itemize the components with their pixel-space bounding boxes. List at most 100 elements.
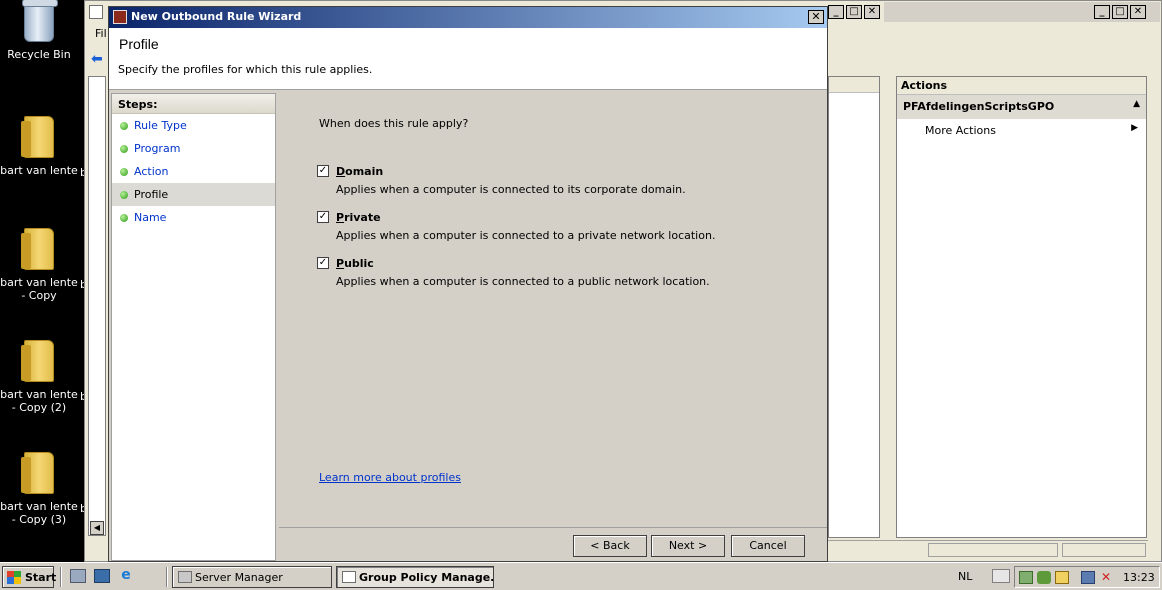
button-divider — [279, 527, 827, 528]
maximize-icon[interactable]: □ — [1112, 5, 1128, 19]
domain-checkbox[interactable]: ✓ — [317, 165, 329, 177]
server-manager-icon — [178, 571, 192, 583]
steps-heading: Steps: — [112, 94, 275, 114]
server-manager-quicklaunch-icon[interactable] — [70, 569, 86, 583]
system-tray: ✕ 13:23 — [1014, 566, 1160, 588]
keyboard-icon[interactable] — [992, 569, 1010, 583]
page-subtitle: Specify the profiles for which this rule… — [118, 63, 373, 76]
network-icon[interactable] — [1019, 571, 1033, 584]
wizard-header: Profile Specify the profiles for which t… — [109, 28, 827, 90]
step-rule-type[interactable]: Rule Type — [112, 114, 275, 137]
minimize-icon[interactable]: _ — [1094, 5, 1110, 19]
status-bar-panel — [1062, 543, 1146, 557]
warning-icon[interactable] — [1055, 571, 1069, 584]
public-label[interactable]: Public — [336, 257, 374, 270]
taskbar: Start e Server Manager Group Policy Mana… — [0, 562, 1162, 590]
actions-gpo-section[interactable]: PFAfdelingenScriptsGPO ▲ — [897, 95, 1146, 119]
learn-more-link[interactable]: Learn more about profiles — [319, 471, 461, 484]
step-label: Profile — [134, 188, 169, 201]
minimize-icon[interactable]: _ — [828, 5, 844, 19]
step-program[interactable]: Program — [112, 137, 275, 160]
step-label: Action — [134, 165, 169, 178]
collapse-up-icon[interactable]: ▲ — [1133, 99, 1140, 109]
task-server-manager[interactable]: Server Manager — [172, 566, 332, 588]
mmc-window-controls: _ □ ✕ — [828, 5, 880, 19]
cancel-button[interactable]: Cancel — [731, 535, 805, 557]
folder-icon — [21, 452, 54, 494]
scroll-left-icon[interactable]: ◀ — [90, 521, 104, 535]
public-description: Applies when a computer is connected to … — [336, 275, 710, 288]
close-icon[interactable]: ✕ — [864, 5, 880, 19]
menu-file[interactable]: Fil — [95, 27, 107, 40]
step-label: Name — [134, 211, 167, 224]
task-label: Group Policy Manage... — [359, 571, 494, 584]
desktop-icon-label: bart van lente - Copy — [0, 276, 78, 302]
step-action[interactable]: Action — [112, 160, 275, 183]
task-group-policy-management[interactable]: Group Policy Manage... — [336, 566, 494, 588]
results-pane-header — [829, 77, 879, 93]
domain-description: Applies when a computer is connected to … — [336, 183, 686, 196]
clock[interactable]: 13:23 — [1123, 571, 1155, 584]
firewall-icon — [113, 10, 127, 24]
desktop-icon-folder-2[interactable]: bart van lente - Copy — [0, 228, 78, 302]
document-icon — [89, 5, 103, 19]
green-dot-icon — [120, 191, 128, 199]
status-bar — [828, 540, 1148, 558]
actions-header: Actions — [897, 77, 1146, 95]
steps-panel: Steps: Rule Type Program Action Profile … — [111, 93, 276, 561]
maximize-icon[interactable]: □ — [846, 5, 862, 19]
private-label[interactable]: Private — [336, 211, 381, 224]
step-profile[interactable]: Profile — [112, 183, 275, 206]
chevron-right-icon: ▶ — [1131, 123, 1138, 133]
volume-muted-icon[interactable]: ✕ — [1101, 571, 1115, 584]
wizard-content: When does this rule apply? ✓ Domain Appl… — [279, 93, 827, 561]
windows-logo-icon — [7, 571, 21, 584]
results-pane — [828, 76, 880, 538]
page-title: Profile — [119, 36, 159, 52]
desktop-icon-label: bart van lente - Copy (3) — [0, 500, 78, 526]
public-checkbox[interactable]: ✓ — [317, 257, 329, 269]
step-name[interactable]: Name — [112, 206, 275, 229]
folder-icon — [21, 228, 54, 270]
step-label: Program — [134, 142, 181, 155]
desktop-icon-folder-4[interactable]: bart van lente - Copy (3) — [0, 452, 78, 526]
desktop-icon-label: bart van lente - Copy (2) — [0, 388, 78, 414]
folder-icon — [21, 340, 54, 382]
taskbar-separator — [60, 567, 62, 587]
back-arrow-icon[interactable]: ⬅ — [91, 51, 109, 67]
gpo-name: PFAfdelingenScriptsGPO — [903, 100, 1055, 113]
start-button[interactable]: Start — [2, 566, 57, 588]
more-actions-label: More Actions — [925, 124, 996, 137]
green-dot-icon — [120, 145, 128, 153]
internet-explorer-icon[interactable]: e — [118, 568, 134, 583]
console-tree-pane: ◀ — [88, 76, 106, 536]
green-dot-icon — [120, 122, 128, 130]
domain-label[interactable]: Domain — [336, 165, 383, 178]
next-button[interactable]: Next > — [651, 535, 725, 557]
wizard-title: New Outbound Rule Wizard — [131, 10, 302, 23]
desktop-icon-folder-1[interactable]: bart van lente — [0, 116, 78, 177]
recycle-bin-icon — [22, 0, 58, 42]
question-text: When does this rule apply? — [319, 117, 469, 130]
security-shield-icon[interactable] — [1037, 571, 1051, 584]
new-outbound-rule-wizard: New Outbound Rule Wizard ✕ Profile Speci… — [108, 6, 828, 562]
desktop-icon-recycle-bin[interactable]: Recycle Bin — [0, 0, 78, 61]
actions-pane: Actions PFAfdelingenScriptsGPO ▲ More Ac… — [896, 76, 1147, 538]
start-label: Start — [25, 571, 57, 584]
close-icon[interactable]: ✕ — [808, 10, 824, 24]
folder-icon — [21, 116, 54, 158]
language-indicator[interactable]: NL — [958, 570, 972, 583]
private-checkbox[interactable]: ✓ — [317, 211, 329, 223]
desktop-icon-label: Recycle Bin — [7, 48, 71, 61]
taskbar-separator — [166, 567, 168, 587]
wizard-titlebar[interactable]: New Outbound Rule Wizard ✕ — [109, 7, 827, 28]
desktop-icon-folder-3[interactable]: bart van lente - Copy (2) — [0, 340, 78, 414]
document-icon — [342, 571, 356, 583]
private-description: Applies when a computer is connected to … — [336, 229, 716, 242]
display-icon[interactable] — [1081, 571, 1095, 584]
back-button[interactable]: < Back — [573, 535, 647, 557]
close-icon[interactable]: ✕ — [1130, 5, 1146, 19]
task-label: Server Manager — [195, 571, 283, 584]
show-desktop-icon[interactable] — [94, 569, 110, 583]
more-actions-item[interactable]: More Actions ▶ — [897, 119, 1146, 141]
